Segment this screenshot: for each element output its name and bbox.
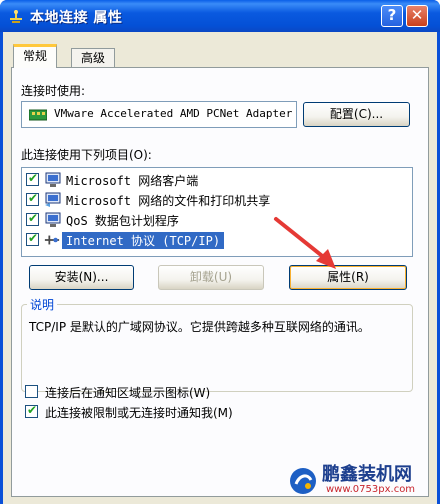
dialog-client: 常规 高级 连接时使用: VMware Accelerated AMD PCNe… bbox=[3, 32, 437, 504]
tab-advanced[interactable]: 高级 bbox=[71, 48, 116, 69]
qos-scheduler-icon bbox=[45, 212, 61, 227]
close-button[interactable]: ✕ bbox=[406, 5, 428, 27]
install-button[interactable]: 安装(N)... bbox=[29, 265, 134, 290]
show-icon-option[interactable]: 连接后在通知区域显示图标(W) bbox=[25, 384, 325, 400]
file-printer-share-icon bbox=[45, 192, 61, 207]
site-watermark: 鹏鑫装机网 www.0753px.com bbox=[286, 460, 436, 502]
item-label: Microsoft 网络客户端 bbox=[66, 174, 199, 188]
show-icon-label: 连接后在通知区域显示图标(W) bbox=[45, 386, 211, 400]
help-button[interactable]: ? bbox=[381, 5, 403, 27]
adapter-name: VMware Accelerated AMD PCNet Adapter bbox=[54, 107, 293, 120]
notify-checkbox[interactable]: ✔ bbox=[25, 403, 38, 418]
item-checkbox[interactable]: ✔ bbox=[26, 211, 39, 226]
list-item-selected[interactable]: ✔ Internet 协议 (TCP/IP) bbox=[22, 230, 412, 250]
adapter-field: VMware Accelerated AMD PCNet Adapter bbox=[21, 101, 297, 128]
configure-button[interactable]: 配置(C)... bbox=[303, 102, 410, 127]
notify-label: 此连接被限制或无连接时通知我(M) bbox=[45, 406, 233, 420]
tab-general[interactable]: 常规 bbox=[13, 44, 58, 68]
watermark-url: www.0753px.com bbox=[326, 484, 416, 495]
show-icon-checkbox[interactable] bbox=[25, 385, 38, 398]
uninstall-button[interactable]: 卸载(U) bbox=[158, 265, 264, 290]
red-arrow-annotation bbox=[274, 217, 336, 269]
item-label: Internet 协议 (TCP/IP) bbox=[62, 232, 225, 249]
connect-using-label: 连接时使用: bbox=[21, 84, 86, 98]
components-list[interactable]: ✔ Microsoft 网络客户端 ✔ Microsoft 网络的文件和打印机共… bbox=[21, 167, 413, 257]
description-title: 说明 bbox=[27, 296, 58, 313]
item-checkbox[interactable]: ✔ bbox=[26, 231, 39, 246]
item-checkbox[interactable]: ✔ bbox=[26, 171, 39, 186]
list-item[interactable]: ✔ Microsoft 网络的文件和打印机共享 bbox=[22, 190, 412, 210]
title-bar[interactable]: 本地连接 属性 ? ✕ bbox=[0, 0, 440, 32]
item-label: QoS 数据包计划程序 bbox=[66, 214, 179, 228]
network-client-icon bbox=[45, 172, 61, 187]
item-label: Microsoft 网络的文件和打印机共享 bbox=[66, 194, 271, 208]
window-title: 本地连接 属性 bbox=[30, 10, 123, 26]
network-connection-icon bbox=[10, 10, 22, 23]
notify-option[interactable]: ✔ 此连接被限制或无连接时通知我(M) bbox=[25, 403, 325, 420]
properties-window: 本地连接 属性 ? ✕ 常规 高级 连接时使用: VMware Accelera… bbox=[0, 0, 440, 504]
list-item[interactable]: ✔ QoS 数据包计划程序 bbox=[22, 210, 412, 230]
components-label: 此连接使用下列项目(O): bbox=[21, 148, 152, 162]
site-logo-icon bbox=[290, 468, 316, 494]
item-checkbox[interactable]: ✔ bbox=[26, 191, 39, 206]
protocol-icon bbox=[44, 235, 60, 245]
description-text: TCP/IP 是默认的广域网协议。它提供跨越多种互联网络的通讯。 bbox=[29, 320, 370, 334]
list-item[interactable]: ✔ Microsoft 网络客户端 bbox=[22, 170, 412, 190]
network-adapter-icon bbox=[29, 109, 47, 121]
watermark-title: 鹏鑫装机网 bbox=[322, 464, 412, 485]
